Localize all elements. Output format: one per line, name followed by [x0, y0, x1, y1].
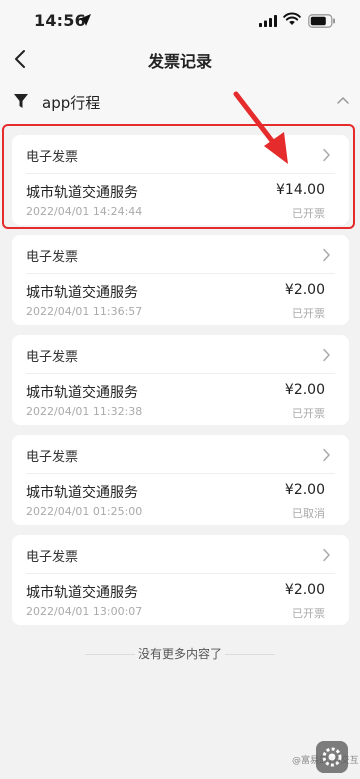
no-more-text: 没有更多内容了 [137, 647, 222, 661]
divider [225, 654, 275, 655]
invoice-time: 2022/04/01 01:25:00 [26, 505, 143, 518]
invoice-type: 电子发票 [26, 350, 79, 365]
invoice-time: 2022/04/01 11:32:38 [26, 405, 143, 418]
chevron-up-icon[interactable] [336, 95, 350, 105]
chevron-right-icon [323, 248, 331, 262]
invoice-type: 电子发票 [26, 250, 79, 265]
chevron-right-icon [323, 448, 331, 462]
settings-widget-icon[interactable] [316, 741, 348, 773]
highlight-box [2, 124, 355, 229]
status-bar: 14:56 [0, 0, 360, 40]
invoice-card[interactable]: 电子发票 城市轨道交通服务 ¥2.00 2022/04/01 13:00:07 … [12, 535, 349, 625]
invoice-type: 电子发票 [26, 550, 79, 565]
filter-icon [14, 94, 28, 108]
invoice-time: 2022/04/01 11:36:57 [26, 305, 143, 318]
divider [26, 373, 335, 374]
invoice-status: 已开票 [292, 407, 325, 420]
invoice-time: 2022/04/01 13:00:07 [26, 605, 143, 618]
invoice-amount: ¥2.00 [284, 582, 325, 598]
invoice-service: 城市轨道交通服务 [26, 285, 138, 301]
invoice-amount: ¥2.00 [284, 482, 325, 498]
invoice-amount: ¥2.00 [284, 382, 325, 398]
invoice-amount: ¥2.00 [284, 282, 325, 298]
page-title: 发票记录 [147, 52, 212, 71]
invoice-service: 城市轨道交通服务 [26, 485, 138, 501]
chevron-right-icon [323, 548, 331, 562]
invoice-card[interactable]: 电子发票 城市轨道交通服务 ¥2.00 2022/04/01 01:25:00 … [12, 435, 349, 525]
filter-label: app行程 [42, 94, 101, 112]
invoice-service: 城市轨道交通服务 [26, 585, 138, 601]
signal-icon [259, 15, 277, 27]
no-more-indicator: 没有更多内容了 [0, 645, 360, 663]
invoice-card[interactable]: 电子发票 城市轨道交通服务 ¥2.00 2022/04/01 11:36:57 … [12, 235, 349, 325]
invoice-status: 已开票 [292, 607, 325, 620]
invoice-status: 已取消 [292, 507, 325, 520]
invoice-service: 城市轨道交通服务 [26, 385, 138, 401]
filter-bar[interactable]: app行程 [0, 78, 360, 124]
divider [26, 273, 335, 274]
divider [26, 473, 335, 474]
nav-bar: 发票记录 [0, 40, 360, 78]
annotation-arrow-icon [233, 91, 288, 164]
battery-icon [308, 14, 335, 28]
invoice-card[interactable]: 电子发票 城市轨道交通服务 ¥2.00 2022/04/01 11:32:38 … [12, 335, 349, 425]
divider [26, 573, 335, 574]
location-arrow-icon [79, 14, 91, 26]
invoice-type: 电子发票 [26, 450, 79, 465]
wifi-icon [283, 12, 301, 25]
chevron-right-icon [323, 348, 331, 362]
invoice-status: 已开票 [292, 307, 325, 320]
